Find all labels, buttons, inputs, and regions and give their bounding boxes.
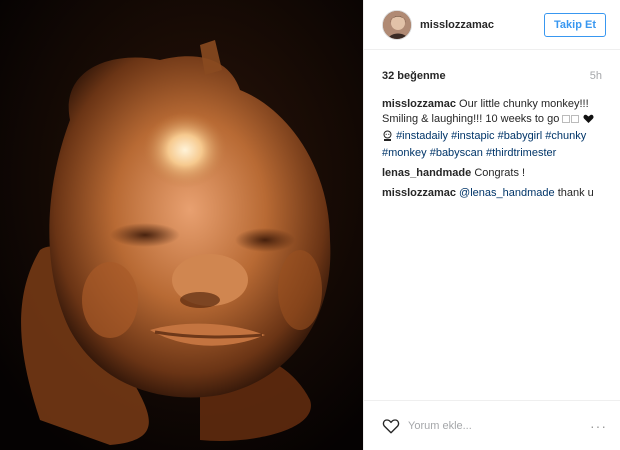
post-timestamp[interactable]: 5h: [590, 70, 602, 82]
hashtag-link[interactable]: #instapic: [451, 130, 494, 142]
white-square-emoji: [571, 114, 580, 129]
mention-link[interactable]: @lenas_handmade: [459, 187, 555, 199]
baby-emoji: [382, 130, 393, 146]
ultrasound-image: [0, 0, 363, 450]
hashtag-link[interactable]: #instadaily: [396, 130, 448, 142]
more-options-icon[interactable]: ···: [590, 418, 607, 434]
caption: misslozzamac Our little chunky monkey!!!…: [382, 97, 606, 161]
post-details-panel: misslozzamac Takip Et 32 beğenme 5h miss…: [363, 0, 620, 450]
hashtag-link[interactable]: #thirdtrimester: [486, 147, 556, 159]
comment-item: lenas_handmade Congrats !: [382, 166, 606, 181]
hashtag-link[interactable]: #monkey: [382, 147, 427, 159]
post-author-username[interactable]: misslozzamac: [420, 19, 544, 31]
heart-icon[interactable]: [382, 417, 400, 435]
comment-username[interactable]: misslozzamac: [382, 187, 456, 199]
follow-button[interactable]: Takip Et: [544, 12, 606, 37]
caption-username[interactable]: misslozzamac: [382, 98, 456, 110]
heart-emoji: [583, 114, 594, 129]
comment-text: thank u: [557, 187, 594, 199]
post-actions: ···: [364, 400, 620, 450]
like-count[interactable]: 32 beğenme: [382, 70, 446, 82]
hashtag-link[interactable]: #babyscan: [430, 147, 483, 159]
comment-input[interactable]: [408, 419, 590, 432]
comment-item: misslozzamac @lenas_handmade thank u: [382, 186, 606, 201]
hashtag-link[interactable]: #chunky: [545, 130, 586, 142]
post-photo[interactable]: [0, 0, 363, 450]
avatar[interactable]: [382, 9, 412, 40]
post-meta: 32 beğenme 5h: [382, 68, 602, 84]
comment-text: Congrats !: [474, 167, 526, 179]
hashtag-link[interactable]: #babygirl: [498, 130, 543, 142]
comment-username[interactable]: lenas_handmade: [382, 167, 471, 179]
post-header: misslozzamac Takip Et: [364, 0, 620, 50]
white-square-emoji: [562, 114, 571, 129]
comments-list: misslozzamac Our little chunky monkey!!!…: [382, 97, 606, 206]
